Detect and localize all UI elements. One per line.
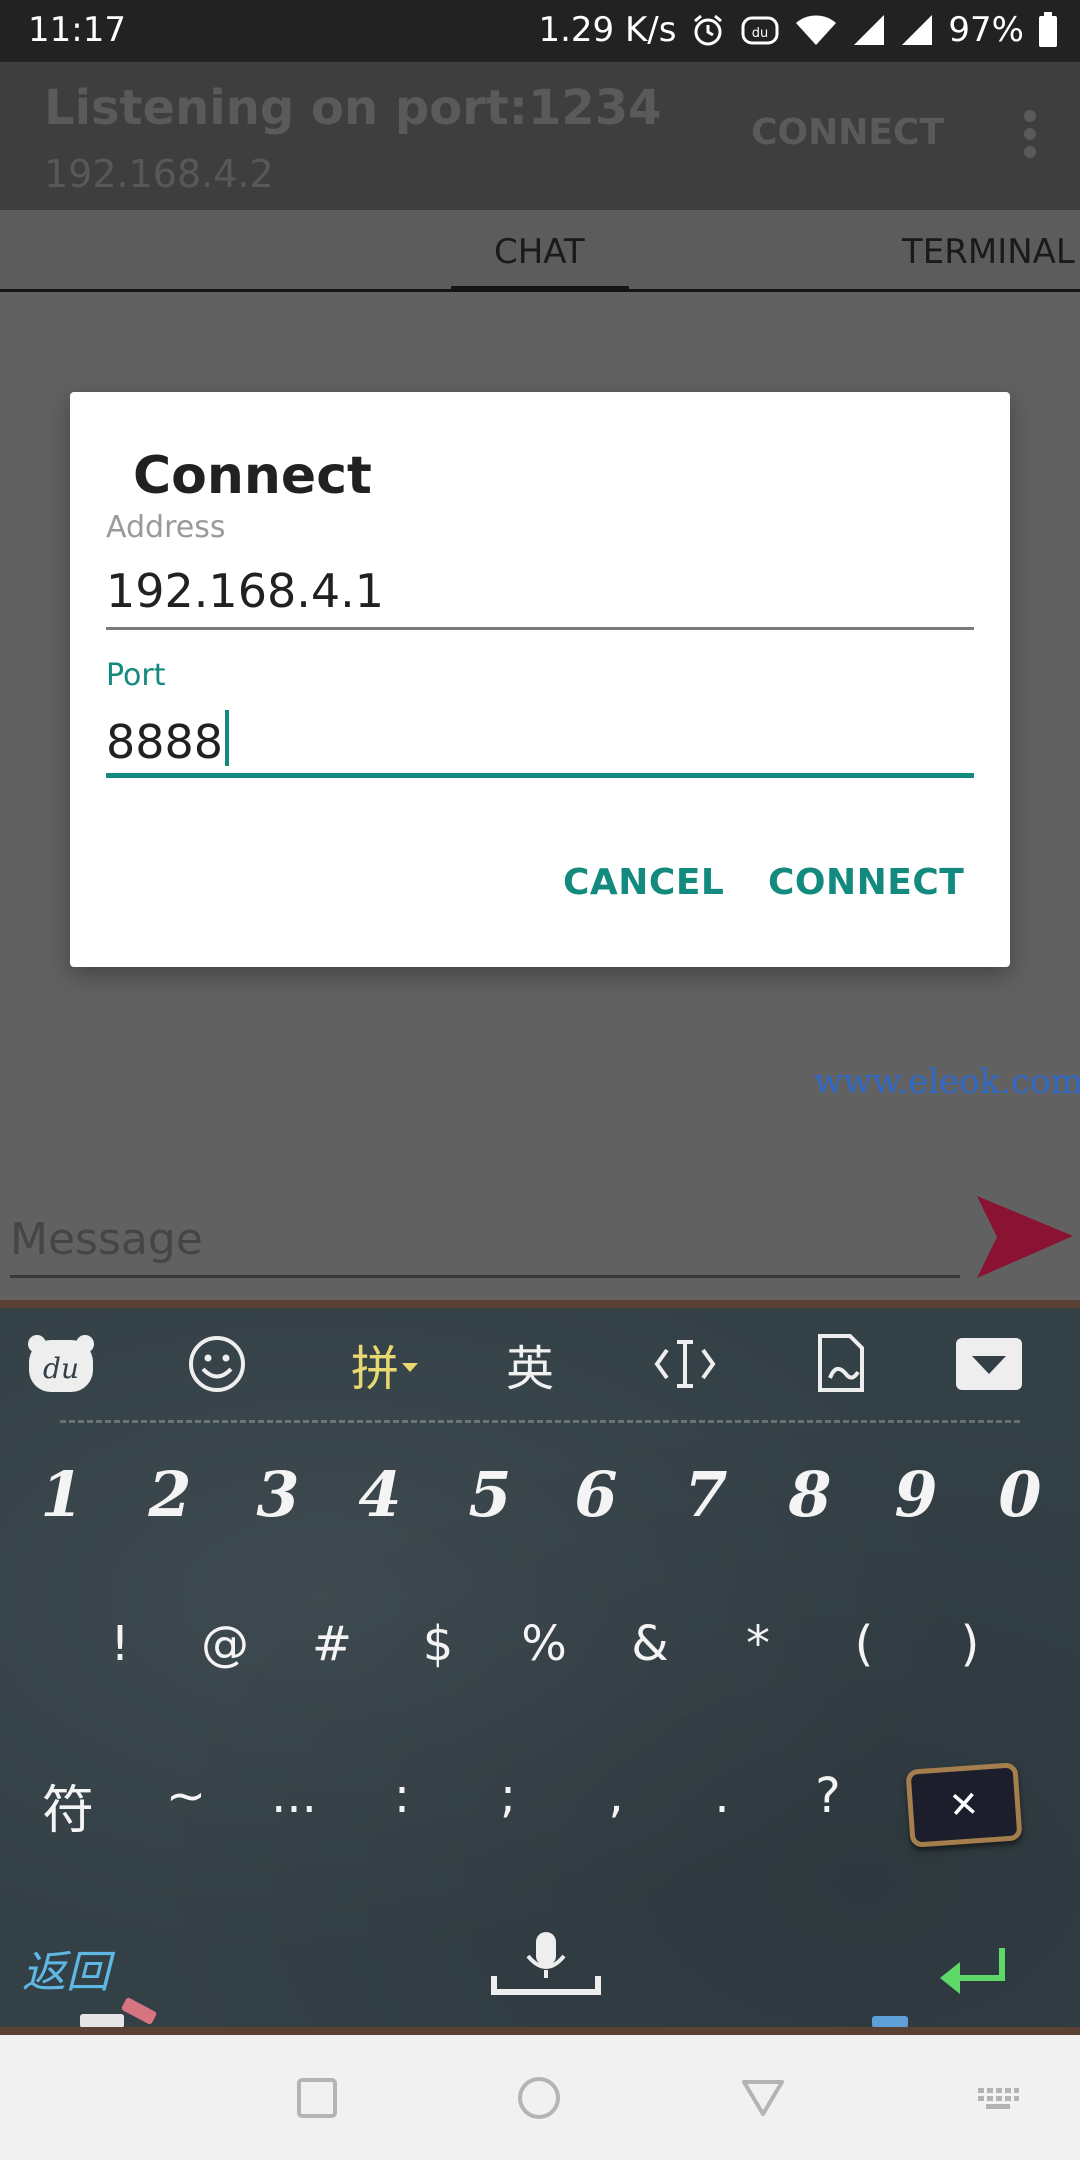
key-close-paren[interactable]: ) bbox=[920, 1616, 1020, 1672]
tab-terminal[interactable]: TERMINAL bbox=[902, 232, 1075, 272]
port-field[interactable]: 8888 bbox=[106, 710, 974, 778]
english-switch[interactable]: 英 bbox=[485, 1326, 575, 1402]
key-tilde[interactable]: ~ bbox=[136, 1768, 236, 1824]
dialog-title: Connect bbox=[133, 446, 372, 506]
app-bar: Listening on port:1234 192.168.4.2 CONNE… bbox=[0, 62, 1080, 210]
svg-text:du: du bbox=[43, 1352, 79, 1385]
back-key[interactable]: 返回 bbox=[22, 1936, 110, 2000]
back-button[interactable] bbox=[740, 2035, 786, 2160]
triangle-icon bbox=[742, 2079, 784, 2116]
key-6[interactable]: 6 bbox=[546, 1458, 646, 1531]
delete-key[interactable]: ✕ bbox=[905, 1762, 1023, 1848]
status-icons: 1.29 K/s du 97% bbox=[538, 10, 1058, 50]
tab-chat[interactable]: CHAT bbox=[494, 232, 585, 272]
keyboard-switch-icon[interactable] bbox=[976, 2035, 1020, 2160]
key-asterisk[interactable]: * bbox=[708, 1616, 808, 1672]
key-dollar[interactable]: $ bbox=[388, 1616, 488, 1672]
hide-keyboard-icon[interactable] bbox=[944, 1326, 1034, 1402]
key-7[interactable]: 7 bbox=[656, 1458, 756, 1531]
key-at[interactable]: @ bbox=[175, 1616, 275, 1672]
chalk-decoration bbox=[80, 2014, 124, 2027]
key-colon[interactable]: : bbox=[352, 1768, 452, 1824]
key-3[interactable]: 3 bbox=[228, 1458, 328, 1531]
key-open-paren[interactable]: ( bbox=[814, 1616, 914, 1672]
key-2[interactable]: 2 bbox=[120, 1458, 220, 1531]
emoji-icon[interactable] bbox=[172, 1326, 262, 1402]
chalk-decoration bbox=[872, 2016, 908, 2027]
battery-icon bbox=[1039, 12, 1057, 47]
port-value: 8888 bbox=[106, 715, 224, 769]
enter-icon[interactable] bbox=[936, 1944, 1016, 2004]
key-semicolon[interactable]: ; bbox=[458, 1768, 558, 1824]
status-time: 11:17 bbox=[28, 10, 126, 50]
cursor-move-icon[interactable] bbox=[640, 1326, 730, 1402]
key-ellipsis[interactable]: ... bbox=[244, 1768, 344, 1824]
key-hash[interactable]: # bbox=[282, 1616, 382, 1672]
key-8[interactable]: 8 bbox=[760, 1458, 860, 1531]
du-keyboard-icon: du bbox=[741, 16, 779, 45]
key-4[interactable]: 4 bbox=[330, 1458, 430, 1531]
app-subtitle: 192.168.4.2 bbox=[44, 152, 274, 196]
key-9[interactable]: 9 bbox=[866, 1458, 966, 1531]
send-icon[interactable] bbox=[975, 1190, 1075, 1290]
connect-dialog: Connect Address 192.168.4.1 Port 8888 CA… bbox=[70, 392, 1010, 967]
pinyin-switch[interactable]: 拼 bbox=[340, 1326, 430, 1402]
overflow-menu-icon[interactable] bbox=[1024, 110, 1036, 158]
recents-button[interactable] bbox=[296, 2035, 338, 2160]
square-icon bbox=[297, 2077, 337, 2118]
navigation-bar bbox=[0, 2035, 1080, 2160]
key-symbols-panel[interactable]: 符 bbox=[18, 1768, 118, 1843]
key-question[interactable]: ? bbox=[778, 1768, 878, 1824]
tab-bar: CHAT TERMINAL bbox=[0, 210, 1080, 292]
keyboard-toolbar: du 拼 英 bbox=[0, 1308, 1080, 1420]
home-button[interactable] bbox=[516, 2035, 562, 2160]
alarm-icon bbox=[694, 14, 723, 46]
svg-text:du: du bbox=[752, 26, 769, 41]
app-title: Listening on port:1234 bbox=[44, 80, 662, 136]
dropdown-arrow-icon bbox=[402, 1363, 418, 1372]
key-5[interactable]: 5 bbox=[440, 1458, 540, 1531]
cancel-button[interactable]: CANCEL bbox=[563, 862, 724, 903]
wifi-icon bbox=[796, 15, 837, 45]
status-bar: 11:17 1.29 K/s du 97% bbox=[0, 0, 1080, 62]
close-icon: ✕ bbox=[947, 1783, 981, 1827]
key-percent[interactable]: % bbox=[494, 1616, 594, 1672]
key-comma[interactable]: , bbox=[566, 1768, 666, 1824]
app-connect-button[interactable]: CONNECT bbox=[751, 112, 944, 153]
message-input[interactable]: Message bbox=[10, 1208, 960, 1278]
watermark: www.eleok.com bbox=[814, 1062, 1080, 1102]
network-speed: 1.29 K/s bbox=[538, 10, 677, 50]
keyboard: du 拼 英 1 2 3 4 5 6 7 8 9 0 ! @ # $ % & *… bbox=[0, 1300, 1080, 2035]
port-label: Port bbox=[106, 658, 166, 693]
address-label: Address bbox=[106, 510, 226, 545]
keyboard-icon bbox=[978, 2087, 1019, 2109]
key-1[interactable]: 1 bbox=[12, 1458, 112, 1531]
battery-percent: 97% bbox=[948, 10, 1024, 50]
signal-icon bbox=[902, 15, 933, 45]
du-logo-icon[interactable]: du bbox=[16, 1326, 106, 1402]
key-exclamation[interactable]: ! bbox=[70, 1616, 170, 1672]
text-cursor bbox=[225, 710, 230, 766]
microphone-icon[interactable] bbox=[490, 1926, 602, 1998]
clipboard-icon[interactable] bbox=[795, 1326, 885, 1402]
address-value: 192.168.4.1 bbox=[106, 564, 384, 618]
circle-icon bbox=[518, 2076, 560, 2119]
key-ampersand[interactable]: & bbox=[600, 1616, 700, 1672]
toolbar-divider bbox=[60, 1420, 1020, 1423]
signal-icon bbox=[854, 15, 885, 45]
address-field[interactable]: 192.168.4.1 bbox=[106, 564, 974, 630]
connect-button[interactable]: CONNECT bbox=[768, 862, 964, 903]
key-period[interactable]: . bbox=[672, 1768, 772, 1824]
key-0[interactable]: 0 bbox=[970, 1458, 1070, 1531]
